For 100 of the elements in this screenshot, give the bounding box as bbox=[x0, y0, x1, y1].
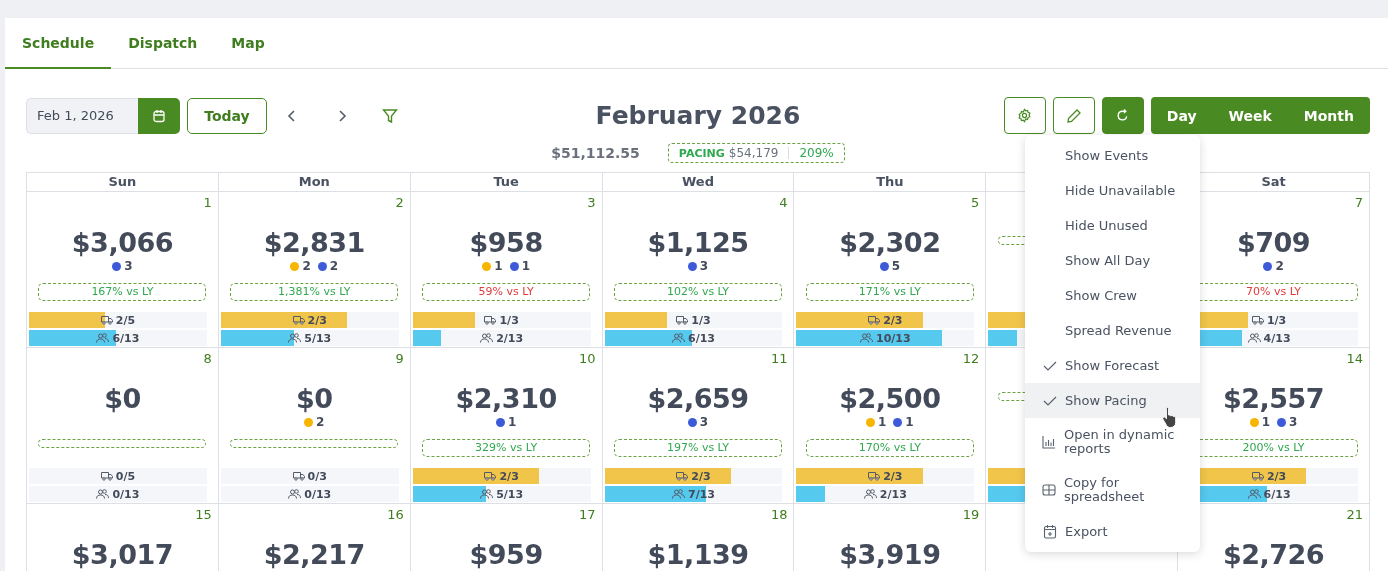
pacing-percent: 209% bbox=[799, 146, 834, 160]
day-revenue: $2,831 bbox=[263, 227, 365, 258]
people-icon bbox=[96, 333, 110, 343]
chevron-right-icon bbox=[337, 108, 347, 123]
view-button[interactable]: Day bbox=[1150, 97, 1213, 134]
day-number: 16 bbox=[387, 507, 404, 522]
people-icon bbox=[863, 489, 877, 499]
menu-item[interactable]: Show Pacing bbox=[1025, 383, 1200, 418]
total-revenue: $51,112.55 bbox=[551, 145, 640, 161]
menu-item[interactable]: Show Forecast bbox=[1025, 348, 1200, 383]
people-icon bbox=[480, 333, 494, 343]
event-count: 1 bbox=[1261, 415, 1271, 429]
weekday-header: Thu bbox=[876, 174, 904, 189]
people-icon bbox=[1247, 333, 1261, 343]
truck-icon bbox=[676, 471, 689, 481]
tab[interactable]: Schedule bbox=[5, 18, 112, 69]
tab[interactable]: Dispatch bbox=[111, 18, 215, 69]
day-number: 10 bbox=[579, 351, 596, 366]
truck-icon bbox=[484, 315, 497, 325]
menu-item[interactable]: Spread Revenue bbox=[1025, 313, 1200, 348]
truck-icon bbox=[868, 471, 881, 481]
day-number: 7 bbox=[1354, 195, 1363, 210]
menu-item[interactable]: Show Events bbox=[1025, 138, 1200, 173]
crew-count: 0/13 bbox=[112, 487, 140, 501]
truck-icon bbox=[100, 315, 113, 325]
truck-icon bbox=[292, 315, 305, 325]
trucks-count: 2/3 bbox=[883, 469, 903, 483]
event-count: 3 bbox=[699, 415, 709, 429]
date-field[interactable]: Feb 1, 2026 bbox=[26, 97, 138, 134]
truck-icon bbox=[292, 471, 305, 481]
crew-count: 4/13 bbox=[1263, 331, 1291, 345]
filter-icon bbox=[382, 107, 398, 124]
event-count: 3 bbox=[124, 259, 133, 273]
day-number: 21 bbox=[1346, 507, 1363, 522]
day-number: 8 bbox=[203, 351, 212, 366]
menu-item[interactable]: Hide Unavailable bbox=[1025, 173, 1200, 208]
vs-last-year-text: 102% vs LY bbox=[666, 285, 729, 298]
crew-count: 5/13 bbox=[496, 487, 524, 501]
checkmark-icon bbox=[1042, 395, 1057, 406]
weekday-header: Sat bbox=[1261, 174, 1286, 189]
day-number: 14 bbox=[1346, 351, 1363, 366]
trucks-count: 2/3 bbox=[499, 469, 519, 483]
trucks-count: 1/3 bbox=[691, 313, 711, 327]
menu-item[interactable]: Open in dynamic reports bbox=[1025, 418, 1200, 466]
menu-item[interactable]: Show Crew bbox=[1025, 278, 1200, 313]
trucks-count: 2/3 bbox=[883, 313, 903, 327]
day-revenue: $0 bbox=[104, 383, 141, 414]
day-revenue: $2,310 bbox=[455, 383, 557, 414]
day-number: 5 bbox=[971, 195, 980, 210]
calendar-icon bbox=[1042, 524, 1057, 539]
weekday-header: Tue bbox=[493, 174, 519, 189]
menu-item[interactable]: Show All Day bbox=[1025, 243, 1200, 278]
chevron-left-icon bbox=[287, 108, 297, 123]
truck-icon bbox=[100, 471, 113, 481]
day-number: 12 bbox=[962, 351, 980, 366]
people-icon bbox=[1247, 489, 1261, 499]
truck-icon bbox=[484, 471, 497, 481]
settings-icon bbox=[1017, 108, 1033, 123]
crew-count: 0/13 bbox=[304, 487, 332, 501]
trucks-count: 0/5 bbox=[115, 469, 136, 483]
day-revenue: $709 bbox=[1237, 227, 1311, 258]
truck-icon bbox=[868, 315, 881, 325]
people-icon bbox=[672, 333, 685, 343]
calendar-button[interactable] bbox=[138, 97, 180, 134]
view-button[interactable]: Month bbox=[1287, 97, 1370, 134]
calendar-icon bbox=[152, 108, 166, 123]
crew-count: 5/13 bbox=[304, 331, 332, 345]
menu-item[interactable]: Export bbox=[1025, 514, 1200, 549]
vs-last-year-text: 200% vs LY bbox=[1242, 441, 1305, 454]
settings-button[interactable] bbox=[1003, 97, 1046, 134]
edit-button[interactable] bbox=[1052, 97, 1095, 134]
vs-last-year-text: 329% vs LY bbox=[475, 441, 538, 454]
refresh-button[interactable] bbox=[1101, 97, 1144, 134]
event-count: 2 bbox=[302, 259, 311, 273]
pacing-label: PACING bbox=[678, 146, 725, 160]
trucks-count: 1/3 bbox=[1266, 313, 1287, 327]
day-number: 11 bbox=[770, 351, 788, 366]
event-count: 1 bbox=[878, 415, 887, 429]
day-revenue: $2,726 bbox=[1222, 539, 1325, 570]
day-revenue: $2,557 bbox=[1222, 383, 1325, 414]
view-button[interactable]: Week bbox=[1212, 97, 1288, 134]
people-icon bbox=[96, 489, 110, 499]
menu-item[interactable]: Copy for spreadsheet bbox=[1025, 466, 1200, 514]
today-button[interactable]: Today bbox=[187, 97, 267, 134]
day-number: 4 bbox=[779, 195, 788, 210]
weekday-header: Wed bbox=[682, 174, 714, 189]
tab[interactable]: Map bbox=[214, 18, 282, 69]
day-number: 3 bbox=[587, 195, 596, 210]
bar-chart-icon bbox=[1042, 435, 1056, 449]
vs-last-year-text: 171% vs LY bbox=[858, 285, 921, 298]
crew-count: 10/13 bbox=[876, 331, 911, 345]
trucks-count: 2/5 bbox=[115, 313, 136, 327]
day-revenue: $2,659 bbox=[647, 383, 749, 414]
people-icon bbox=[860, 333, 874, 343]
weekday-header: Mon bbox=[298, 174, 330, 189]
event-count: 3 bbox=[1289, 415, 1298, 429]
menu-item[interactable]: Hide Unused bbox=[1025, 208, 1200, 243]
day-revenue: $0 bbox=[296, 383, 333, 414]
people-icon bbox=[480, 489, 494, 499]
crew-count: 2/13 bbox=[879, 487, 907, 501]
